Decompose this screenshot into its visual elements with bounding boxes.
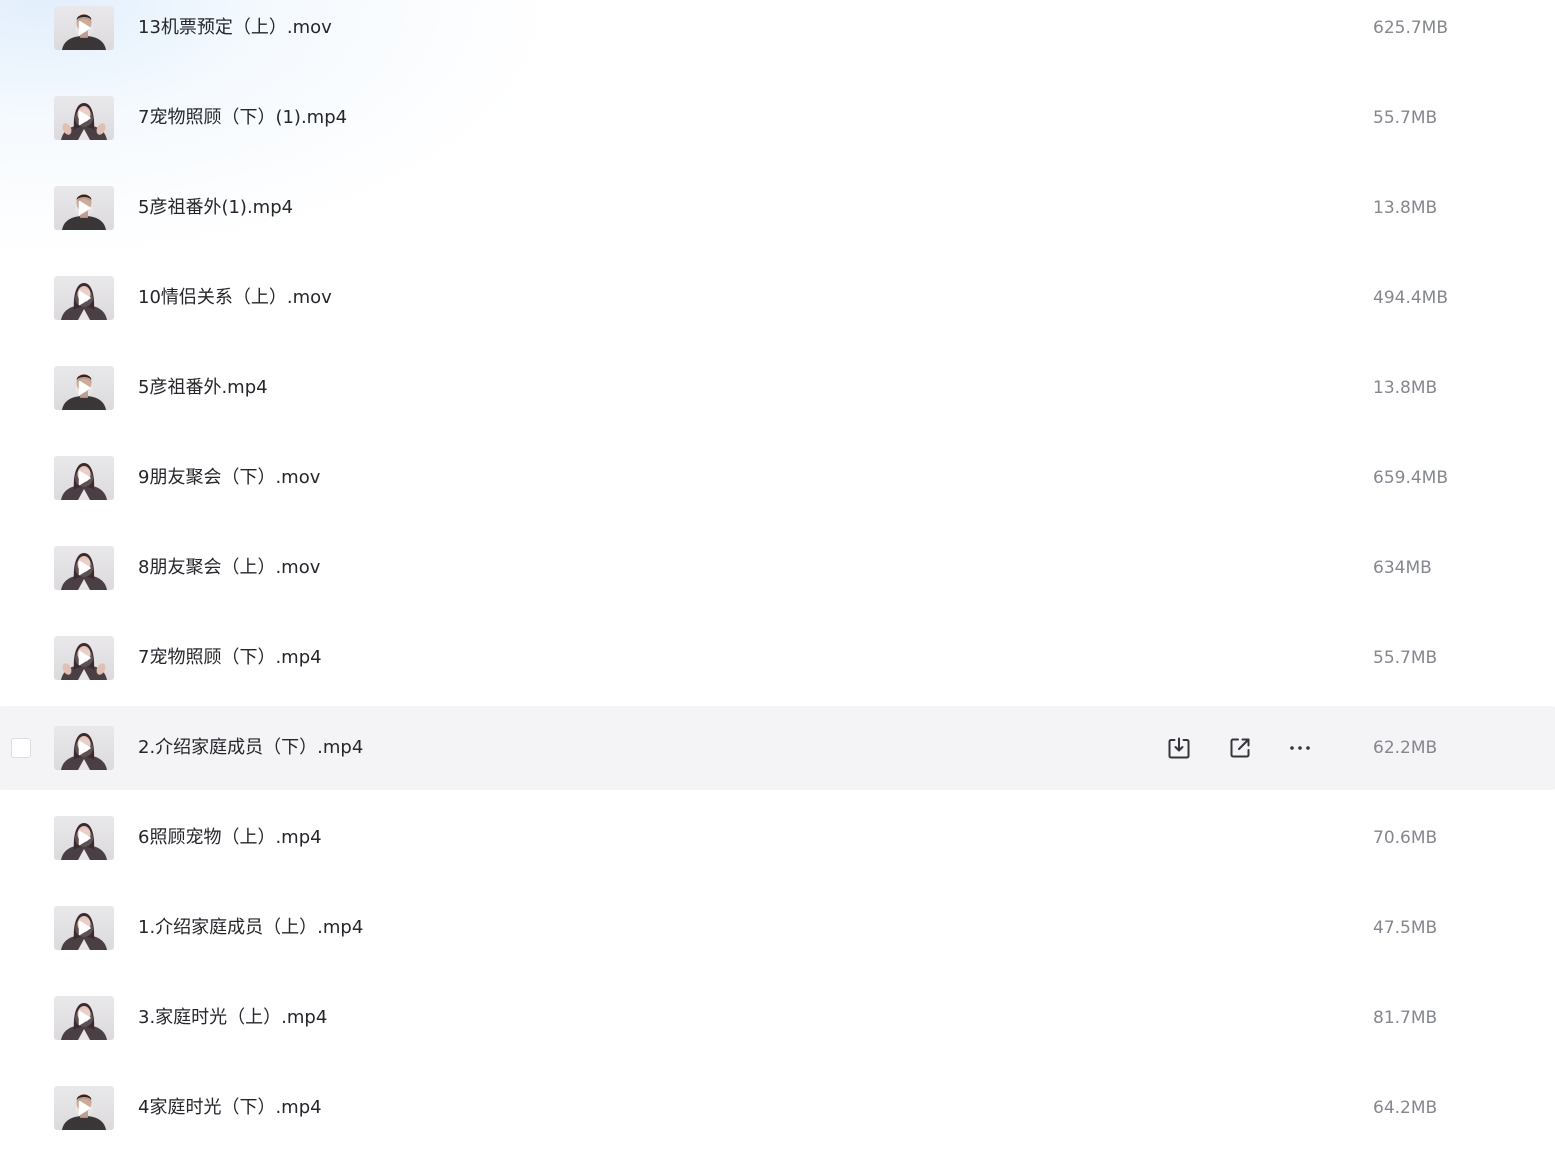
file-row[interactable]: 1.介绍家庭成员（上）.mp4 47.5MB (0, 886, 1555, 970)
file-size: 62.2MB (1373, 738, 1438, 758)
video-play-icon (61, 103, 107, 140)
video-play-icon (61, 1003, 107, 1040)
file-size: 634MB (1373, 558, 1432, 578)
video-thumbnail[interactable] (54, 996, 114, 1040)
file-row[interactable]: 13机票预定（上）.mov 625.7MB (0, 0, 1555, 70)
video-thumbnail[interactable] (54, 276, 114, 320)
file-name[interactable]: 4家庭时光（下）.mp4 (138, 1096, 322, 1120)
more-button[interactable] (1284, 732, 1316, 764)
file-name[interactable]: 1.介绍家庭成员（上）.mp4 (138, 916, 363, 940)
file-size: 625.7MB (1373, 18, 1448, 38)
file-row[interactable]: 6照顾宠物（上）.mp4 70.6MB (0, 796, 1555, 880)
download-icon (1168, 737, 1190, 759)
file-size: 55.7MB (1373, 648, 1438, 668)
file-size: 70.6MB (1373, 828, 1438, 848)
video-play-icon (61, 463, 107, 500)
file-size: 13.8MB (1373, 378, 1438, 398)
file-row[interactable]: 5彦祖番外.mp4 13.8MB (0, 346, 1555, 430)
video-play-icon (61, 283, 107, 320)
file-size: 47.5MB (1373, 918, 1438, 938)
more-icon (1290, 746, 1310, 750)
file-row[interactable]: 7宠物照顾（下）.mp4 55.7MB (0, 616, 1555, 700)
video-play-icon (62, 1094, 106, 1130)
file-name[interactable]: 3.家庭时光（上）.mp4 (138, 1006, 327, 1030)
video-thumbnail[interactable] (54, 546, 114, 590)
file-row[interactable]: 2.介绍家庭成员（下）.mp4 62.2MB (0, 706, 1555, 790)
video-thumbnail[interactable] (54, 456, 114, 500)
row-checkbox[interactable] (11, 738, 31, 758)
video-play-icon (62, 14, 106, 50)
file-size: 55.7MB (1373, 108, 1438, 128)
video-play-icon (61, 913, 107, 950)
file-name[interactable]: 7宠物照顾（下）.mp4 (138, 646, 322, 670)
video-thumbnail[interactable] (54, 1086, 114, 1130)
file-name[interactable]: 5彦祖番外.mp4 (138, 376, 268, 400)
file-row[interactable]: 7宠物照顾（下）(1).mp4 55.7MB (0, 76, 1555, 160)
file-row[interactable]: 9朋友聚会（下）.mov 659.4MB (0, 436, 1555, 520)
file-row[interactable]: 4家庭时光（下）.mp4 64.2MB (0, 1066, 1555, 1150)
file-size: 64.2MB (1373, 1098, 1438, 1118)
video-thumbnail[interactable] (54, 816, 114, 860)
share-button[interactable] (1224, 732, 1256, 764)
file-name[interactable]: 2.介绍家庭成员（下）.mp4 (138, 736, 363, 760)
video-play-icon (61, 553, 107, 590)
video-play-icon (62, 374, 106, 410)
download-button[interactable] (1163, 732, 1195, 764)
video-thumbnail[interactable] (54, 906, 114, 950)
file-size: 81.7MB (1373, 1008, 1438, 1028)
file-name[interactable]: 13机票预定（上）.mov (138, 16, 332, 40)
file-name[interactable]: 10情侣关系（上）.mov (138, 286, 332, 310)
file-list-page: 13机票预定（上）.mov 625.7MB 7宠物照顾（下）(1).mp4 55… (0, 0, 1555, 1150)
video-play-icon (61, 643, 107, 680)
file-size: 13.8MB (1373, 198, 1438, 218)
file-row[interactable]: 8朋友聚会（上）.mov 634MB (0, 526, 1555, 610)
video-play-icon (61, 823, 107, 860)
file-size: 494.4MB (1373, 288, 1448, 308)
file-row[interactable]: 5彦祖番外(1).mp4 13.8MB (0, 166, 1555, 250)
video-play-icon (61, 733, 107, 770)
video-thumbnail[interactable] (54, 6, 114, 50)
file-row[interactable]: 3.家庭时光（上）.mp4 81.7MB (0, 976, 1555, 1060)
video-thumbnail[interactable] (54, 726, 114, 770)
video-thumbnail[interactable] (54, 636, 114, 680)
file-name[interactable]: 9朋友聚会（下）.mov (138, 466, 320, 490)
file-row[interactable]: 10情侣关系（上）.mov 494.4MB (0, 256, 1555, 340)
video-thumbnail[interactable] (54, 186, 114, 230)
file-size: 659.4MB (1373, 468, 1448, 488)
video-play-icon (62, 194, 106, 230)
file-name[interactable]: 8朋友聚会（上）.mov (138, 556, 320, 580)
file-name[interactable]: 6照顾宠物（上）.mp4 (138, 826, 322, 850)
file-name[interactable]: 5彦祖番外(1).mp4 (138, 196, 293, 220)
file-name[interactable]: 7宠物照顾（下）(1).mp4 (138, 106, 347, 130)
video-thumbnail[interactable] (54, 96, 114, 140)
video-thumbnail[interactable] (54, 366, 114, 410)
share-icon (1230, 738, 1250, 758)
file-list: 13机票预定（上）.mov 625.7MB 7宠物照顾（下）(1).mp4 55… (0, 0, 1555, 1150)
